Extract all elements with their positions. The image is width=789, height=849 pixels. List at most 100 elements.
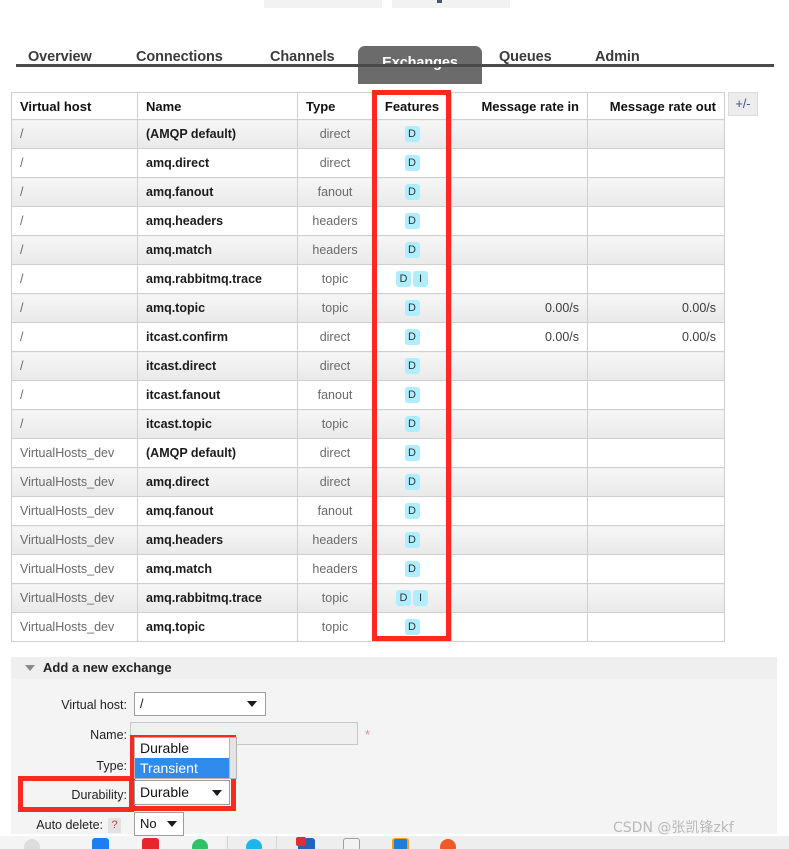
cell-message-rate-out: 0.00/s [587, 293, 725, 323]
add-exchange-section-header[interactable]: Add a new exchange [11, 657, 777, 679]
cell-message-rate-in: 0.00/s [451, 322, 588, 352]
taskbar-app-icon-1[interactable] [92, 838, 109, 849]
column-header-message-rate-out[interactable]: Message rate out [587, 92, 725, 120]
taskbar-app-icon-7-overlay [394, 839, 407, 849]
tab-connections[interactable]: Connections [136, 49, 223, 65]
taskbar-app-icon-2[interactable] [142, 838, 159, 849]
exchanges-table-container: Virtual host Name Type Features Message … [11, 92, 725, 642]
cell-exchange-name[interactable]: amq.direct [137, 467, 298, 497]
cell-message-rate-in [451, 119, 588, 149]
table-row: / amq.topic topic D 0.00/s 0.00/s [11, 293, 725, 323]
taskbar-app-icon-8[interactable] [440, 839, 456, 849]
durability-option-durable[interactable]: Durable [135, 738, 229, 758]
browser-tab-partial-2[interactable] [392, 0, 510, 8]
column-header-features[interactable]: Features [372, 92, 452, 120]
virtual-host-select-value: / [140, 697, 144, 711]
cell-exchange-name[interactable]: amq.fanout [137, 496, 298, 526]
cell-exchange-type: direct [297, 322, 373, 352]
cell-virtual-host: / [11, 380, 138, 410]
cell-exchange-name[interactable]: itcast.topic [137, 409, 298, 439]
search-icon[interactable] [24, 839, 40, 849]
cell-exchange-type: topic [297, 264, 373, 294]
cell-message-rate-in [451, 264, 588, 294]
cell-exchange-name[interactable]: (AMQP default) [137, 438, 298, 468]
cell-exchange-name[interactable]: itcast.direct [137, 351, 298, 381]
cell-message-rate-out [587, 438, 725, 468]
cell-exchange-type: fanout [297, 177, 373, 207]
auto-delete-select-value: No [140, 816, 157, 831]
feature-badge-i: I [413, 271, 428, 287]
taskbar-app-icon-4[interactable] [246, 839, 262, 849]
cell-exchange-type: topic [297, 409, 373, 439]
table-row: VirtualHosts_dev amq.fanout fanout D [11, 496, 725, 526]
auto-delete-label: Auto delete: [36, 818, 103, 832]
cell-exchange-name[interactable]: amq.direct [137, 148, 298, 178]
cell-message-rate-in [451, 351, 588, 381]
toggle-columns-button[interactable]: +/- [728, 92, 758, 116]
main-navigation: Overview Connections Channels Exchanges … [0, 20, 789, 84]
cell-features: D [372, 148, 452, 178]
taskbar-divider-1 [227, 836, 228, 849]
column-header-message-rate-in[interactable]: Message rate in [451, 92, 588, 120]
table-row: / amq.rabbitmq.trace topic D I [11, 264, 725, 294]
table-row: / amq.direct direct D [11, 148, 725, 178]
cell-exchange-name[interactable]: itcast.confirm [137, 322, 298, 352]
help-icon[interactable]: ? [108, 818, 121, 833]
auto-delete-select[interactable]: No [134, 812, 184, 836]
cell-virtual-host: VirtualHosts_dev [11, 438, 138, 468]
cell-virtual-host: / [11, 119, 138, 149]
cell-message-rate-in [451, 525, 588, 555]
feature-badge-d: D [404, 445, 420, 461]
cell-exchange-name[interactable]: amq.topic [137, 293, 298, 323]
tab-overview[interactable]: Overview [28, 49, 92, 65]
cell-exchange-name[interactable]: amq.match [137, 235, 298, 265]
feature-badge-d: D [404, 474, 420, 490]
cell-message-rate-out [587, 409, 725, 439]
cell-exchange-name[interactable]: amq.fanout [137, 177, 298, 207]
table-header-row: Virtual host Name Type Features Message … [11, 92, 725, 120]
cell-exchange-name[interactable]: itcast.fanout [137, 380, 298, 410]
cell-exchange-name[interactable]: amq.match [137, 554, 298, 584]
durability-dropdown-options[interactable]: Durable Transient [134, 737, 230, 779]
cell-message-rate-in [451, 438, 588, 468]
tab-channels[interactable]: Channels [270, 49, 335, 65]
exchanges-table-body: / (AMQP default) direct D / amq.direct direct D… [11, 119, 725, 642]
cell-message-rate-out [587, 351, 725, 381]
cell-exchange-type: headers [297, 525, 373, 555]
column-header-type[interactable]: Type [297, 92, 373, 120]
taskbar-divider-2 [276, 836, 277, 849]
cell-virtual-host: / [11, 293, 138, 323]
cell-exchange-name[interactable]: (AMQP default) [137, 119, 298, 149]
cell-features: DI [372, 583, 452, 613]
durability-option-transient[interactable]: Transient [135, 758, 229, 778]
cell-message-rate-in [451, 496, 588, 526]
cell-exchange-type: direct [297, 351, 373, 381]
chevron-down-icon [167, 821, 177, 827]
tab-admin[interactable]: Admin [595, 49, 640, 65]
virtual-host-select[interactable]: / [134, 692, 266, 716]
feature-badge-d: D [404, 213, 420, 229]
table-row: VirtualHosts_dev amq.direct direct D [11, 467, 725, 497]
feature-badge-d: D [404, 184, 420, 200]
durability-select[interactable]: Durable [134, 780, 230, 805]
tab-queues[interactable]: Queues [499, 49, 552, 65]
cell-exchange-name[interactable]: amq.rabbitmq.trace [137, 264, 298, 294]
column-header-name[interactable]: Name [137, 92, 298, 120]
column-header-virtual-host[interactable]: Virtual host [11, 92, 138, 120]
cell-features: D [372, 235, 452, 265]
dropdown-scrollbar[interactable] [230, 737, 237, 779]
cell-message-rate-out [587, 235, 725, 265]
cell-exchange-name[interactable]: amq.rabbitmq.trace [137, 583, 298, 613]
taskbar-app-icon-3[interactable] [192, 839, 208, 849]
table-row: VirtualHosts_dev amq.rabbitmq.trace topic D… [11, 583, 725, 613]
cell-exchange-name[interactable]: amq.headers [137, 206, 298, 236]
cell-message-rate-out [587, 119, 725, 149]
cell-exchange-name[interactable]: amq.topic [137, 612, 298, 642]
cell-virtual-host: / [11, 148, 138, 178]
cell-virtual-host: VirtualHosts_dev [11, 496, 138, 526]
cell-exchange-name[interactable]: amq.headers [137, 525, 298, 555]
cell-exchange-type: topic [297, 583, 373, 613]
feature-badge-d: D [404, 387, 420, 403]
taskbar-app-icon-6[interactable] [343, 838, 360, 849]
browser-tab-partial-1[interactable] [264, 0, 382, 8]
